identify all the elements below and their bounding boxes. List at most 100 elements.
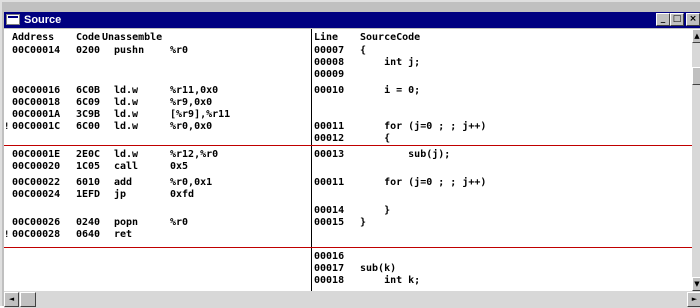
mnemonic-cell: popn bbox=[114, 217, 139, 228]
code-cell: 0240 bbox=[76, 217, 101, 228]
listing-row[interactable]: 00C00014 0200 pushn %r0 00007 { bbox=[4, 45, 692, 57]
listing-row[interactable]: 00017 sub(k) bbox=[4, 263, 692, 275]
address-cell: 00C00018 bbox=[12, 97, 61, 108]
header-line: Line bbox=[314, 32, 339, 43]
source-code-cell: int k; bbox=[360, 275, 421, 286]
listing-row[interactable]: ! 00C00028 0640 ret bbox=[4, 229, 692, 241]
vertical-scroll-thumb[interactable] bbox=[692, 67, 700, 85]
scroll-down-button[interactable]: ▼ bbox=[692, 277, 700, 291]
line-number-cell: 00008 bbox=[314, 57, 345, 68]
maximize-button[interactable]: □ bbox=[670, 13, 684, 26]
operand-cell: %r9,0x0 bbox=[170, 97, 213, 108]
line-number-cell: 00011 bbox=[314, 177, 345, 188]
line-number-cell: 00011 bbox=[314, 121, 345, 132]
listing-row[interactable]: 00C00020 1C05 call 0x5 bbox=[4, 161, 692, 173]
execution-marker-line bbox=[4, 145, 692, 146]
scroll-up-button[interactable]: ▲ bbox=[692, 29, 700, 43]
source-code-cell: sub(k) bbox=[360, 263, 397, 274]
code-cell: 0200 bbox=[76, 45, 101, 56]
vertical-scrollbar[interactable]: ▲ ▼ bbox=[692, 29, 700, 291]
mnemonic-cell: ld.w bbox=[114, 97, 139, 108]
address-cell: 00C00022 bbox=[12, 177, 61, 188]
address-cell: 00C0001A bbox=[12, 109, 61, 120]
listing-row[interactable]: 00C00022 6010 add %r0,0x1 00011 for (j=0 ; ;… bbox=[4, 177, 692, 189]
operand-cell: 0x5 bbox=[170, 161, 189, 172]
code-cell: 1C05 bbox=[76, 161, 101, 172]
mnemonic-cell: add bbox=[114, 177, 133, 188]
header-address: Address bbox=[12, 32, 55, 43]
source-code-cell: sub(j); bbox=[360, 149, 451, 160]
mnemonic-cell: ld.w bbox=[114, 121, 139, 132]
close-button[interactable]: × bbox=[686, 13, 700, 26]
mnemonic-cell: pushn bbox=[114, 45, 145, 56]
mnemonic-cell: ld.w bbox=[114, 149, 139, 160]
line-number-cell: 00015 bbox=[314, 217, 345, 228]
minimize-button[interactable]: _ bbox=[656, 13, 670, 26]
column-header-row: Address Code Unassemble Line SourceCode bbox=[4, 32, 692, 44]
operand-cell: %r0,0x0 bbox=[170, 121, 213, 132]
address-cell: 00C00028 bbox=[12, 229, 61, 240]
source-code-cell: { bbox=[360, 133, 391, 144]
source-code-cell: for (j=0 ; ; j++) bbox=[360, 177, 487, 188]
mnemonic-cell: ld.w bbox=[114, 85, 139, 96]
listing-row[interactable]: 00C0001E 2E0C ld.w %r12,%r0 00013 sub(j); bbox=[4, 149, 692, 161]
code-cell: 6C00 bbox=[76, 121, 101, 132]
line-number-cell: 00013 bbox=[314, 149, 345, 160]
operand-cell: 0xfd bbox=[170, 189, 195, 200]
listing-row[interactable]: 00012 { bbox=[4, 133, 692, 145]
mnemonic-cell: ret bbox=[114, 229, 133, 240]
line-number-cell: 00016 bbox=[314, 251, 345, 262]
listing-row[interactable]: 00016 bbox=[4, 251, 692, 263]
header-code: Code bbox=[76, 32, 101, 43]
horizontal-scroll-thumb[interactable] bbox=[20, 292, 36, 307]
line-number-cell: 00018 bbox=[314, 275, 345, 286]
code-cell: 2E0C bbox=[76, 149, 101, 160]
code-cell: 1EFD bbox=[76, 189, 101, 200]
mnemonic-cell: call bbox=[114, 161, 139, 172]
listing-row[interactable]: 00018 int k; bbox=[4, 275, 692, 287]
source-code-cell: i = 0; bbox=[360, 85, 421, 96]
execution-marker-line bbox=[4, 247, 692, 248]
code-cell: 6C0B bbox=[76, 85, 101, 96]
code-cell: 0640 bbox=[76, 229, 101, 240]
header-unassemble: Unassemble bbox=[102, 32, 163, 43]
source-code-cell: int j; bbox=[360, 57, 421, 68]
breakpoint-marker: ! bbox=[4, 122, 10, 132]
listing-row[interactable]: 00C00018 6C09 ld.w %r9,0x0 bbox=[4, 97, 692, 109]
line-number-cell: 00009 bbox=[314, 69, 345, 80]
source-code-cell: } bbox=[360, 205, 391, 216]
scroll-right-button[interactable]: ► bbox=[687, 292, 700, 307]
listing-row[interactable]: 00C0001A 3C9B ld.w [%r9],%r11 bbox=[4, 109, 692, 121]
listing-row[interactable]: ! 00C0001C 6C00 ld.w %r0,0x0 00011 for (j=0 ;… bbox=[4, 121, 692, 133]
code-cell: 6010 bbox=[76, 177, 101, 188]
scroll-left-button[interactable]: ◄ bbox=[4, 292, 19, 307]
operand-cell: %r0 bbox=[170, 45, 189, 56]
code-cell: 6C09 bbox=[76, 97, 101, 108]
source-code-cell: { bbox=[360, 45, 367, 56]
listing-row[interactable]: 00009 bbox=[4, 69, 692, 81]
window-icon[interactable] bbox=[6, 14, 20, 25]
code-cell: 3C9B bbox=[76, 109, 101, 120]
line-number-cell: 00010 bbox=[314, 85, 345, 96]
source-listing[interactable]: Address Code Unassemble Line SourceCode … bbox=[4, 29, 692, 291]
window-title: Source bbox=[24, 14, 62, 26]
horizontal-scrollbar[interactable]: ◄ ► bbox=[4, 291, 700, 308]
listing-row[interactable]: 00C00026 0240 popn %r0 00015} bbox=[4, 217, 692, 229]
address-cell: 00C00016 bbox=[12, 85, 61, 96]
title-bar[interactable]: Source _ □ × bbox=[4, 12, 700, 28]
operand-cell: %r0,0x1 bbox=[170, 177, 213, 188]
address-cell: 00C00014 bbox=[12, 45, 61, 56]
address-cell: 00C0001E bbox=[12, 149, 61, 160]
mnemonic-cell: ld.w bbox=[114, 109, 139, 120]
listing-row[interactable]: 00014 } bbox=[4, 205, 692, 217]
address-cell: 00C0001C bbox=[12, 121, 61, 132]
listing-row[interactable]: 00008 int j; bbox=[4, 57, 692, 69]
operand-cell: %r12,%r0 bbox=[170, 149, 219, 160]
listing-row[interactable]: 00C00016 6C0B ld.w %r11,0x0 00010 i = 0; bbox=[4, 85, 692, 97]
line-number-cell: 00017 bbox=[314, 263, 345, 274]
mnemonic-cell: jp bbox=[114, 189, 127, 200]
line-number-cell: 00012 bbox=[314, 133, 345, 144]
listing-row[interactable]: 00C00024 1EFD jp 0xfd bbox=[4, 189, 692, 201]
address-cell: 00C00026 bbox=[12, 217, 61, 228]
source-code-cell: for (j=0 ; ; j++) bbox=[360, 121, 487, 132]
